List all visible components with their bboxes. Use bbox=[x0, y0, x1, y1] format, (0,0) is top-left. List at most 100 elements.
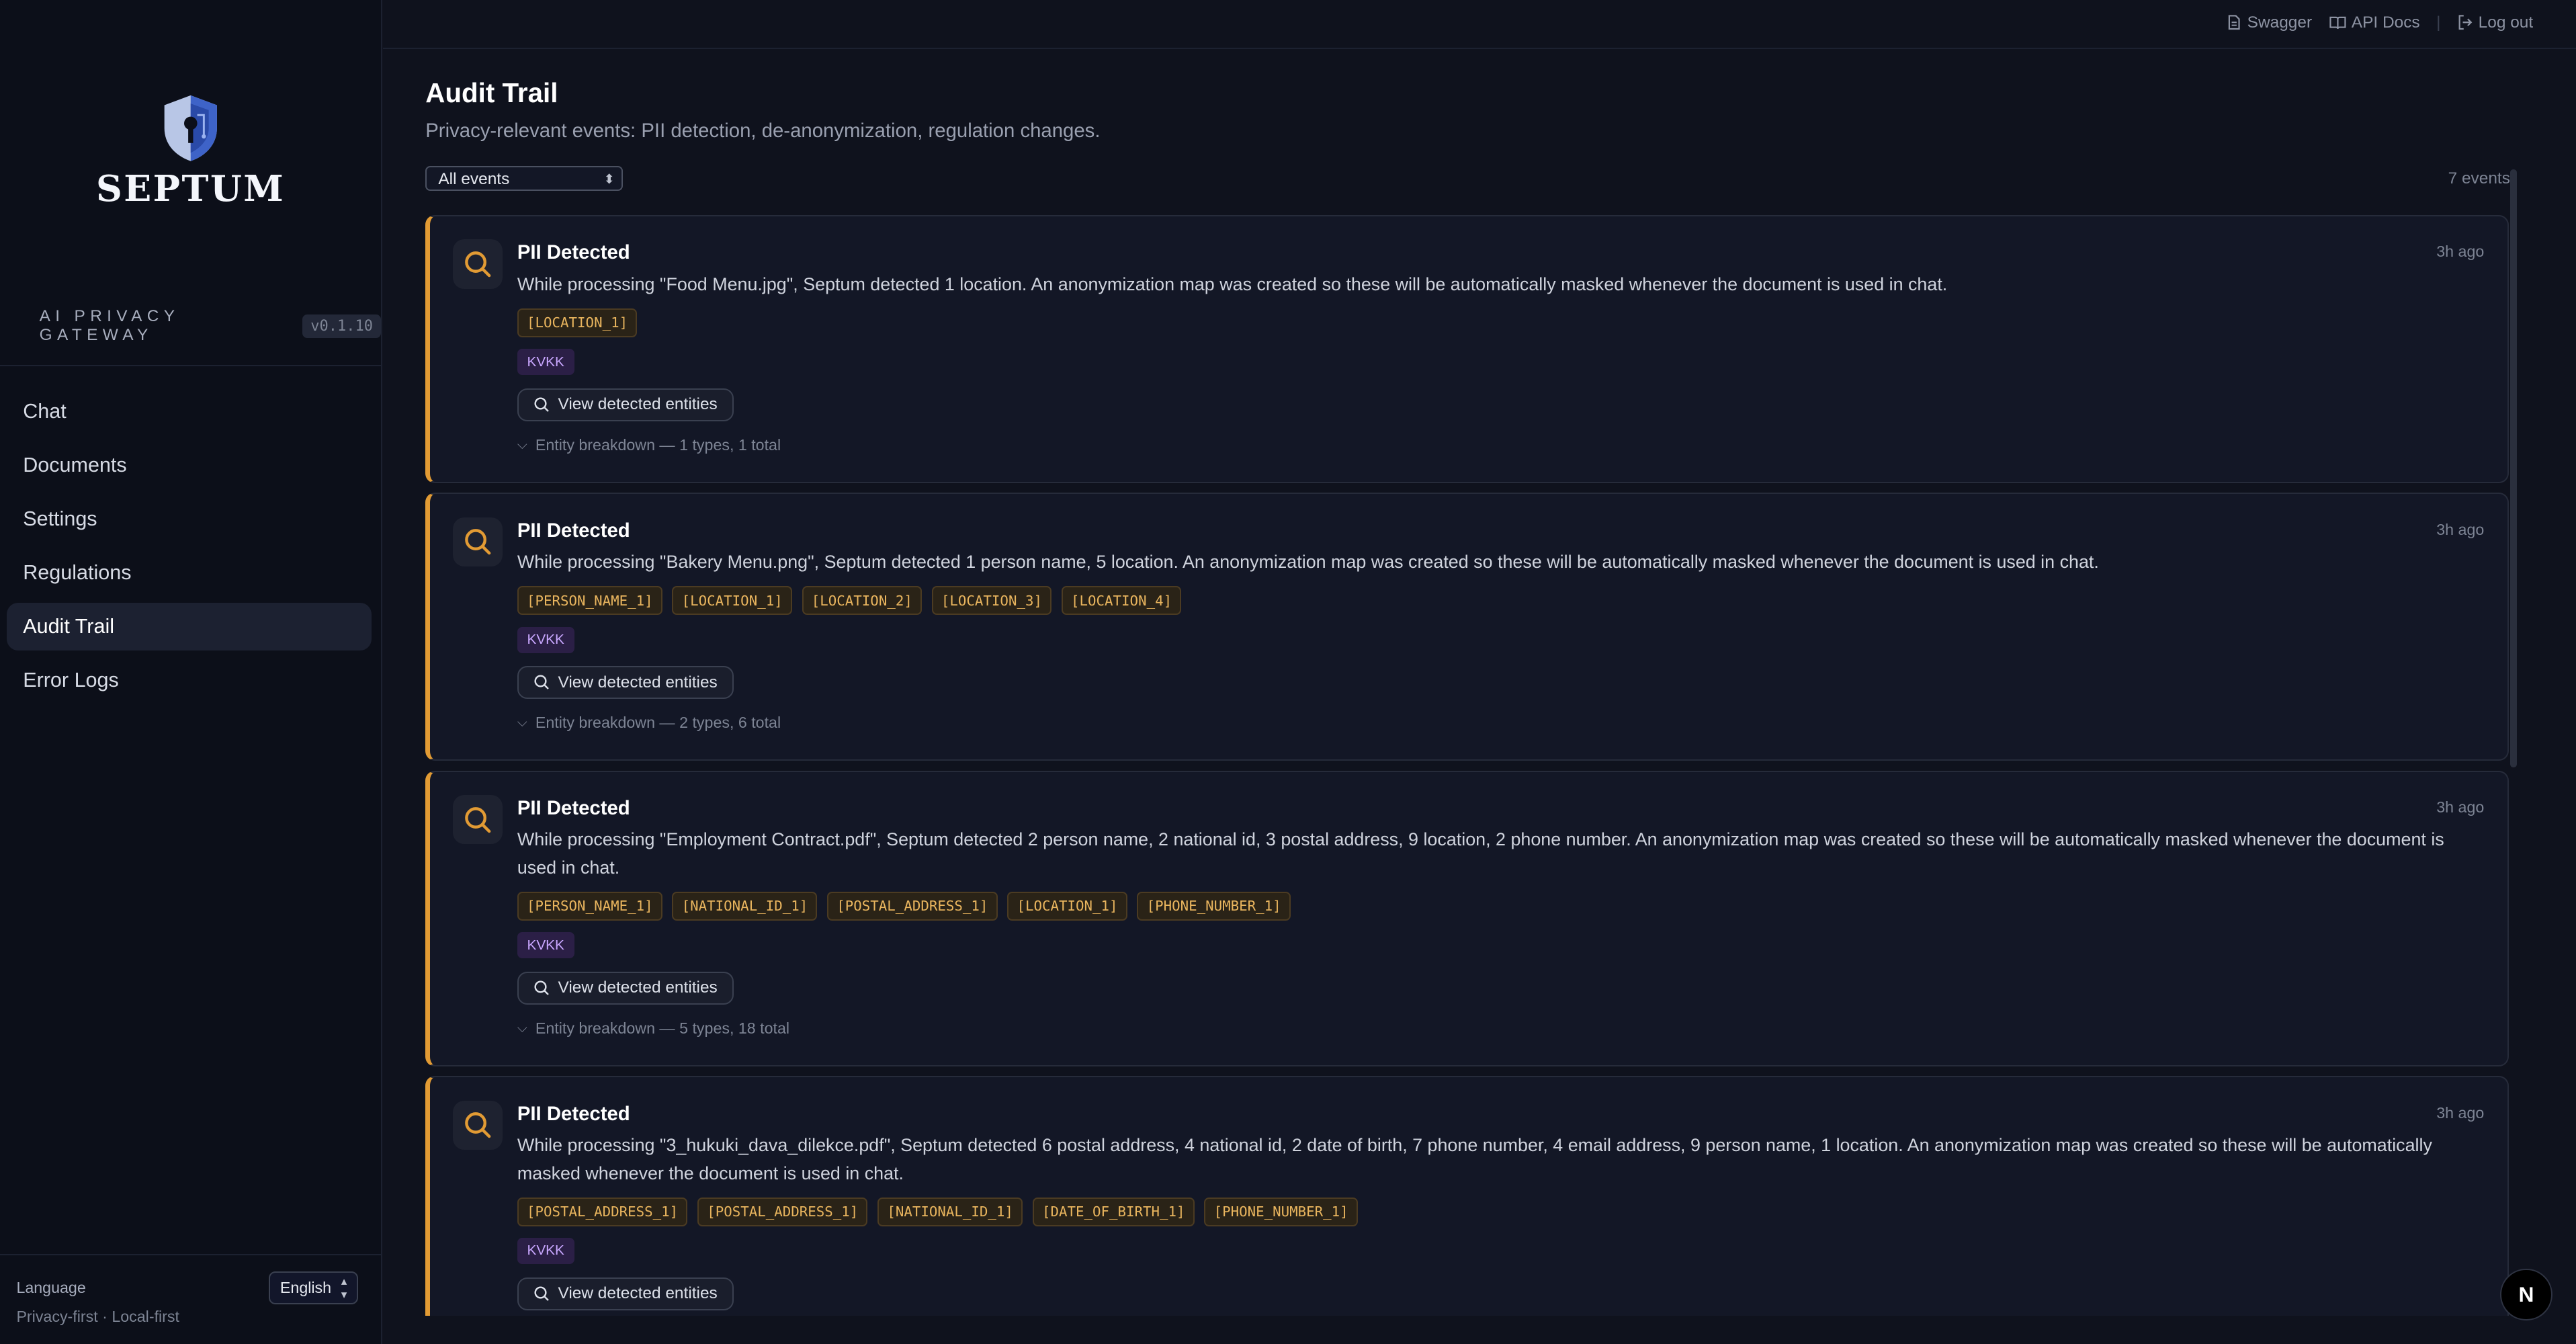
tagline-row: AI PRIVACY GATEWAY v0.1.10 bbox=[40, 307, 382, 345]
view-detected-entities-label: View detected entities bbox=[558, 395, 718, 414]
sidebar: SEPTUM AI PRIVACY GATEWAY v0.1.10 Chat D… bbox=[0, 0, 383, 1344]
event-filter-select[interactable]: All events ⬍ bbox=[425, 165, 623, 191]
audit-event-card: PII Detected 3h ago While processing "Fo… bbox=[425, 215, 2509, 483]
next-devtools-button[interactable]: N bbox=[2500, 1268, 2552, 1320]
topbar-separator: | bbox=[2436, 13, 2441, 32]
regulation-badge: KVKK bbox=[517, 1238, 574, 1265]
chevron-updown-icon: ⬍ bbox=[603, 171, 615, 187]
sidebar-footer-divider bbox=[0, 1253, 382, 1255]
main-content: Audit Trail Privacy-relevant events: PII… bbox=[425, 48, 2510, 1316]
event-title: PII Detected bbox=[517, 1102, 630, 1125]
entity-tag: [PERSON_NAME_1] bbox=[517, 586, 662, 616]
sidebar-item-chat[interactable]: Chat bbox=[7, 388, 372, 435]
logout-icon bbox=[2458, 15, 2473, 30]
language-row: Language English ▴ ▾ bbox=[16, 1271, 358, 1305]
entity-breakdown-label: Entity breakdown — 1 types, 1 total bbox=[535, 435, 781, 454]
event-description: While processing "Bakery Menu.png", Sept… bbox=[517, 552, 2099, 573]
entity-tag: [LOCATION_3] bbox=[931, 586, 1052, 616]
entity-breakdown-toggle[interactable]: ⌵ Entity breakdown — 2 types, 6 total bbox=[517, 714, 2484, 732]
entity-tag: [PHONE_NUMBER_1] bbox=[1204, 1197, 1358, 1227]
sidebar-item-audit-trail[interactable]: Audit Trail bbox=[6, 602, 372, 650]
search-icon bbox=[534, 1286, 549, 1301]
sidebar-footnote: Privacy-first · Local-first bbox=[16, 1308, 179, 1326]
view-detected-entities-button[interactable]: View detected entities bbox=[517, 388, 734, 421]
search-icon bbox=[453, 1100, 503, 1150]
entity-tag: [NATIONAL_ID_1] bbox=[672, 892, 818, 921]
search-icon bbox=[534, 980, 549, 996]
entity-breakdown-toggle[interactable]: ⌵ Entity breakdown — 5 types, 18 total bbox=[517, 1019, 2484, 1038]
regulation-badge: KVKK bbox=[517, 932, 574, 959]
page-title: Audit Trail bbox=[425, 77, 558, 108]
entity-tag: [POSTAL_ADDRESS_1] bbox=[827, 892, 998, 921]
event-description: While processing "3_hukuki_dava_dilekce.… bbox=[517, 1135, 2432, 1183]
event-filter-value: All events bbox=[438, 169, 510, 188]
event-count: 7 events bbox=[2448, 169, 2510, 187]
event-body: PII Detected 3h ago While processing "Ba… bbox=[517, 517, 2484, 732]
search-icon bbox=[534, 675, 549, 690]
entity-breakdown-label: Entity breakdown — 2 types, 6 total bbox=[535, 714, 781, 732]
sidebar-divider bbox=[0, 364, 382, 367]
logout-label: Log out bbox=[2478, 13, 2534, 32]
search-icon bbox=[453, 794, 503, 845]
book-open-icon bbox=[2329, 17, 2346, 30]
chevron-down-icon: ⌵ bbox=[517, 1020, 527, 1036]
event-time: 3h ago bbox=[2436, 243, 2485, 261]
language-value: English bbox=[280, 1279, 332, 1297]
language-select[interactable]: English ▴ ▾ bbox=[269, 1271, 358, 1305]
entity-tags: [LOCATION_1] bbox=[517, 308, 2484, 338]
audit-event-card: PII Detected 3h ago While processing "Ba… bbox=[425, 493, 2509, 761]
entity-tag: [POSTAL_ADDRESS_1] bbox=[517, 1197, 688, 1227]
entity-tag: [LOCATION_1] bbox=[672, 586, 792, 616]
audit-event-card: PII Detected 3h ago While processing "3_… bbox=[425, 1076, 2509, 1316]
entity-tag: [LOCATION_4] bbox=[1061, 586, 1182, 616]
entity-breakdown-toggle[interactable]: ⌵ Entity breakdown — 1 types, 1 total bbox=[517, 436, 2484, 454]
search-icon bbox=[534, 397, 549, 413]
event-body: PII Detected 3h ago While processing "Em… bbox=[517, 795, 2484, 1038]
sidebar-item-regulations[interactable]: Regulations bbox=[7, 549, 372, 597]
sidebar-item-documents[interactable]: Documents bbox=[7, 442, 372, 489]
chevron-down-icon: ⌵ bbox=[517, 437, 527, 452]
chevron-down-icon: ⌵ bbox=[517, 715, 527, 730]
view-detected-entities-button[interactable]: View detected entities bbox=[517, 1277, 734, 1310]
api-docs-link[interactable]: API Docs bbox=[2329, 13, 2420, 32]
version-badge: v0.1.10 bbox=[302, 314, 382, 338]
sidebar-item-settings[interactable]: Settings bbox=[7, 495, 372, 543]
logout-link[interactable]: Log out bbox=[2457, 13, 2533, 32]
topbar-links: Swagger API Docs | Log out bbox=[2226, 13, 2533, 32]
view-detected-entities-button[interactable]: View detected entities bbox=[517, 666, 734, 700]
page-subtitle: Privacy-relevant events: PII detection, … bbox=[425, 120, 1101, 142]
event-description: While processing "Employment Contract.pd… bbox=[517, 829, 2444, 878]
event-description: While processing "Food Menu.jpg", Septum… bbox=[517, 274, 1948, 294]
search-icon bbox=[453, 517, 503, 567]
entity-tag: [LOCATION_1] bbox=[517, 308, 638, 338]
sidebar-nav: Chat Documents Settings Regulations Audi… bbox=[6, 388, 372, 710]
event-title: PII Detected bbox=[517, 241, 630, 264]
chevron-updown-icon: ▴ ▾ bbox=[341, 1274, 347, 1301]
entity-breakdown-label: Entity breakdown — 5 types, 18 total bbox=[535, 1019, 790, 1037]
swagger-link[interactable]: Swagger bbox=[2226, 13, 2312, 32]
sidebar-item-error-logs[interactable]: Error Logs bbox=[7, 657, 372, 704]
brand-name: SEPTUM bbox=[95, 167, 286, 210]
scrollbar-thumb[interactable] bbox=[2509, 169, 2517, 767]
entity-tags: [POSTAL_ADDRESS_1] [POSTAL_ADDRESS_1] [N… bbox=[517, 1197, 2484, 1227]
shield-logo-icon bbox=[164, 95, 217, 161]
event-time: 3h ago bbox=[2436, 520, 2485, 538]
event-body: PII Detected 3h ago While processing "3_… bbox=[517, 1101, 2484, 1310]
tagline: AI PRIVACY GATEWAY bbox=[39, 307, 179, 345]
entity-tags: [PERSON_NAME_1] [NATIONAL_ID_1] [POSTAL_… bbox=[517, 892, 2484, 921]
entity-tag: [POSTAL_ADDRESS_1] bbox=[697, 1197, 868, 1227]
entity-tag: [NATIONAL_ID_1] bbox=[877, 1197, 1023, 1227]
file-icon bbox=[2228, 15, 2240, 30]
entity-tags: [PERSON_NAME_1] [LOCATION_1] [LOCATION_2… bbox=[517, 586, 2484, 616]
topbar: Swagger API Docs | Log out bbox=[382, 0, 2576, 49]
entity-tag: [LOCATION_1] bbox=[1007, 892, 1127, 921]
regulation-badge: KVKK bbox=[517, 349, 574, 376]
view-detected-entities-button[interactable]: View detected entities bbox=[517, 972, 734, 1005]
event-title: PII Detected bbox=[517, 796, 630, 819]
entity-tag: [PERSON_NAME_1] bbox=[517, 892, 662, 921]
entity-tag: [DATE_OF_BIRTH_1] bbox=[1032, 1197, 1195, 1227]
brand-logo[interactable]: SEPTUM bbox=[0, 92, 381, 210]
view-detected-entities-label: View detected entities bbox=[558, 673, 718, 691]
swagger-label: Swagger bbox=[2247, 13, 2313, 32]
entity-tag: [PHONE_NUMBER_1] bbox=[1137, 892, 1291, 921]
